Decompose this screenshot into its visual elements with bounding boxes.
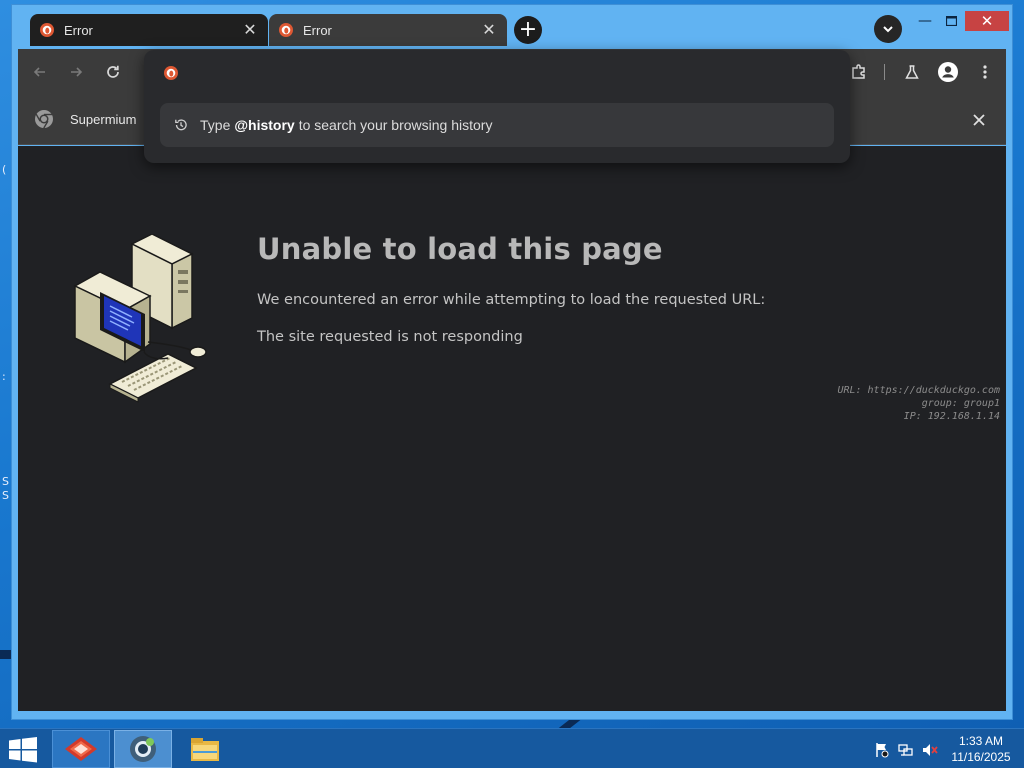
tab-search-button[interactable] [874,15,902,43]
address-bar-input[interactable] [192,60,752,86]
volume-muted-icon[interactable] [922,742,938,758]
reload-button[interactable] [101,60,125,84]
desktop-edge-text: S [2,475,9,488]
title-bar[interactable]: Error ✕ Error ✕ + — ✕ [12,5,1012,49]
file-explorer-icon [191,738,219,761]
action-center-flag-icon[interactable] [874,742,890,758]
minimize-button[interactable]: — [914,11,936,31]
maximize-button[interactable] [940,11,962,31]
new-tab-button[interactable]: + [514,16,542,44]
tab-close-icon[interactable]: ✕ [242,20,258,40]
arrow-left-icon [33,67,45,77]
taskbar: 1:33 AM 11/16/2025 [0,728,1024,768]
suggestion-prefix: Type [200,117,231,133]
bookmark-label: Supermium [70,111,137,127]
maximize-icon [945,16,957,26]
clock-date: 11/16/2025 [951,750,1011,764]
puzzle-icon [852,64,865,79]
back-button[interactable] [28,60,52,84]
kebab-menu-icon [983,65,987,79]
tab-title: Error [303,22,332,38]
clock-time: 1:33 AM [958,734,1004,748]
reload-icon [107,65,119,78]
menu-button[interactable] [973,60,997,84]
chromium-logo-icon [35,110,53,129]
taskbar-gitextensions[interactable] [52,730,110,768]
error-reason: The site requested is not responding [257,329,523,345]
chevron-down-icon [883,26,893,33]
duckduckgo-favicon-icon [40,23,54,37]
meta-group: group: group1 [921,398,1000,409]
error-page: Unable to load this page We encountered … [18,146,1006,711]
toolbar-divider [884,64,885,80]
error-meta: URL: https://duckduckgo.com group: group… [837,384,1000,423]
desktop-edge-text: ( [2,163,7,176]
meta-ip: IP: 192.168.1.14 [903,411,1000,422]
gitextensions-icon [65,737,97,761]
error-message: We encountered an error while attempting… [257,292,766,308]
arrow-right-icon [71,67,83,77]
error-title: Unable to load this page [257,232,663,266]
suggestion-suffix: to search your browsing history [298,117,493,133]
tab-close-icon[interactable]: ✕ [481,20,497,40]
omnibox-suggestion-history[interactable]: Type @history to search your browsing hi… [160,103,834,147]
bookmark-supermium[interactable]: Supermium [34,109,136,129]
duckduckgo-favicon-icon [164,66,178,80]
labs-button[interactable] [900,60,924,84]
taskbar-file-explorer[interactable] [176,730,234,768]
meta-url: URL: https://duckduckgo.com [837,385,1000,396]
forward-button[interactable] [64,60,88,84]
taskbar-supermium[interactable] [114,730,172,768]
desktop-edge-text: S [2,489,9,502]
computer-illustration-icon [73,234,207,403]
flask-icon [905,65,919,79]
omnibox-dropdown: Type @history to search your browsing hi… [144,50,850,163]
close-bookmarks-button[interactable] [968,109,990,131]
profile-button[interactable] [936,60,960,84]
windows-start-icon[interactable] [8,737,38,763]
close-icon [973,114,985,126]
network-icon[interactable] [898,742,914,758]
close-window-button[interactable]: ✕ [965,11,1009,31]
avatar-icon [938,62,958,82]
history-icon [175,119,187,131]
suggestion-keyword: @history [234,117,295,133]
browser-window: Error ✕ Error ✕ + — ✕ Supermium Unable t… [11,4,1013,720]
tab-error-1[interactable]: Error ✕ [30,14,268,46]
extensions-button[interactable] [847,60,871,84]
supermium-icon [130,736,156,762]
system-clock[interactable]: 1:33 AM 11/16/2025 [946,733,1016,765]
tab-error-2[interactable]: Error ✕ [269,14,507,46]
duckduckgo-favicon-icon [279,23,293,37]
desktop-edge-text: : [2,370,6,383]
tab-title: Error [64,22,93,38]
